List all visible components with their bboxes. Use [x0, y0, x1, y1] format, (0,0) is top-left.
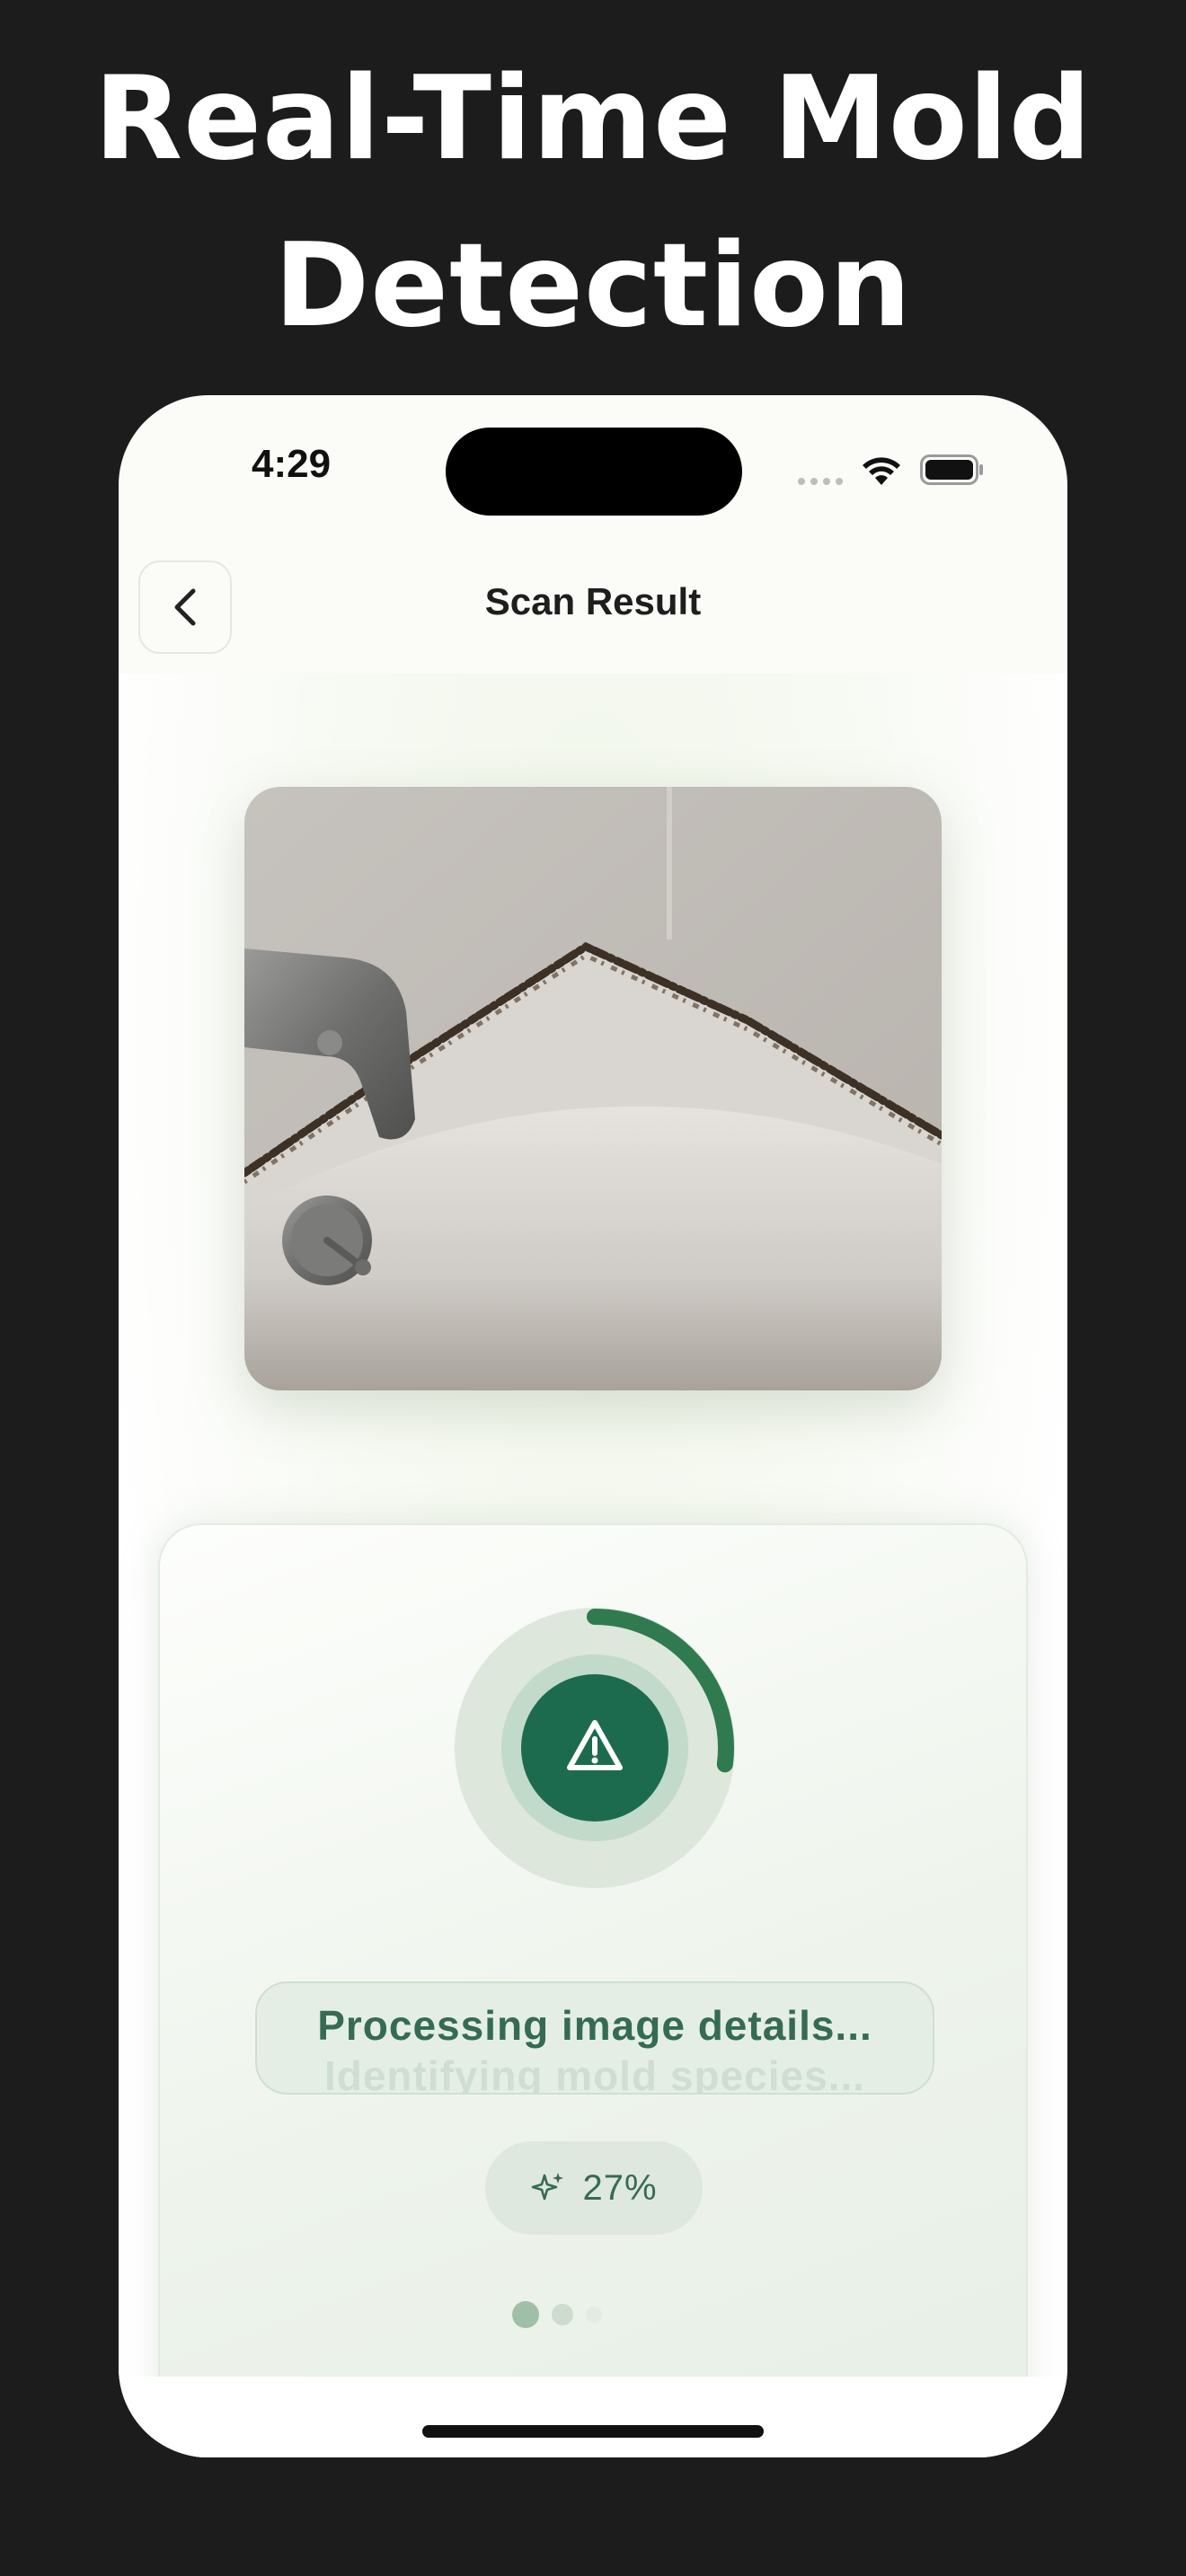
phone-frame: 4:29 Scan Result Processing image detail…	[119, 395, 1067, 2457]
progress-percent-text: 27%	[582, 2167, 658, 2208]
dynamic-island	[446, 428, 742, 516]
bathtub-mold-image	[244, 787, 942, 1390]
processing-status: Processing image details... Identifying …	[255, 1981, 934, 2095]
headline-line-1: Real-Time Mold	[93, 52, 1093, 186]
status-time: 4:29	[252, 442, 332, 486]
headline-line-2: Detection	[273, 219, 913, 353]
analysis-card: Processing image details... Identifying …	[158, 1523, 1028, 2457]
step-dot-3	[586, 2307, 602, 2323]
cellular-signal-icon	[798, 478, 843, 485]
wifi-icon	[863, 457, 900, 485]
next-status-text: Identifying mold species...	[323, 2052, 866, 2095]
step-indicator	[512, 2301, 602, 2328]
page-title: Scan Result	[484, 580, 702, 622]
progress-ring	[455, 1608, 735, 1888]
scanned-photo	[244, 787, 942, 1390]
home-indicator[interactable]	[422, 2425, 764, 2438]
progress-percent-badge: 27%	[485, 2141, 703, 2235]
battery-icon	[920, 454, 983, 485]
sparkle-icon	[532, 2173, 564, 2201]
promo-headline: Real-Time Mold Detection	[0, 36, 1186, 370]
processing-status-text: Processing image details...	[317, 2002, 872, 2049]
home-bar-area	[119, 2377, 1067, 2457]
step-dot-1	[512, 2301, 539, 2328]
progress-ring-graphic	[455, 1608, 735, 1888]
step-dot-2	[552, 2304, 573, 2325]
